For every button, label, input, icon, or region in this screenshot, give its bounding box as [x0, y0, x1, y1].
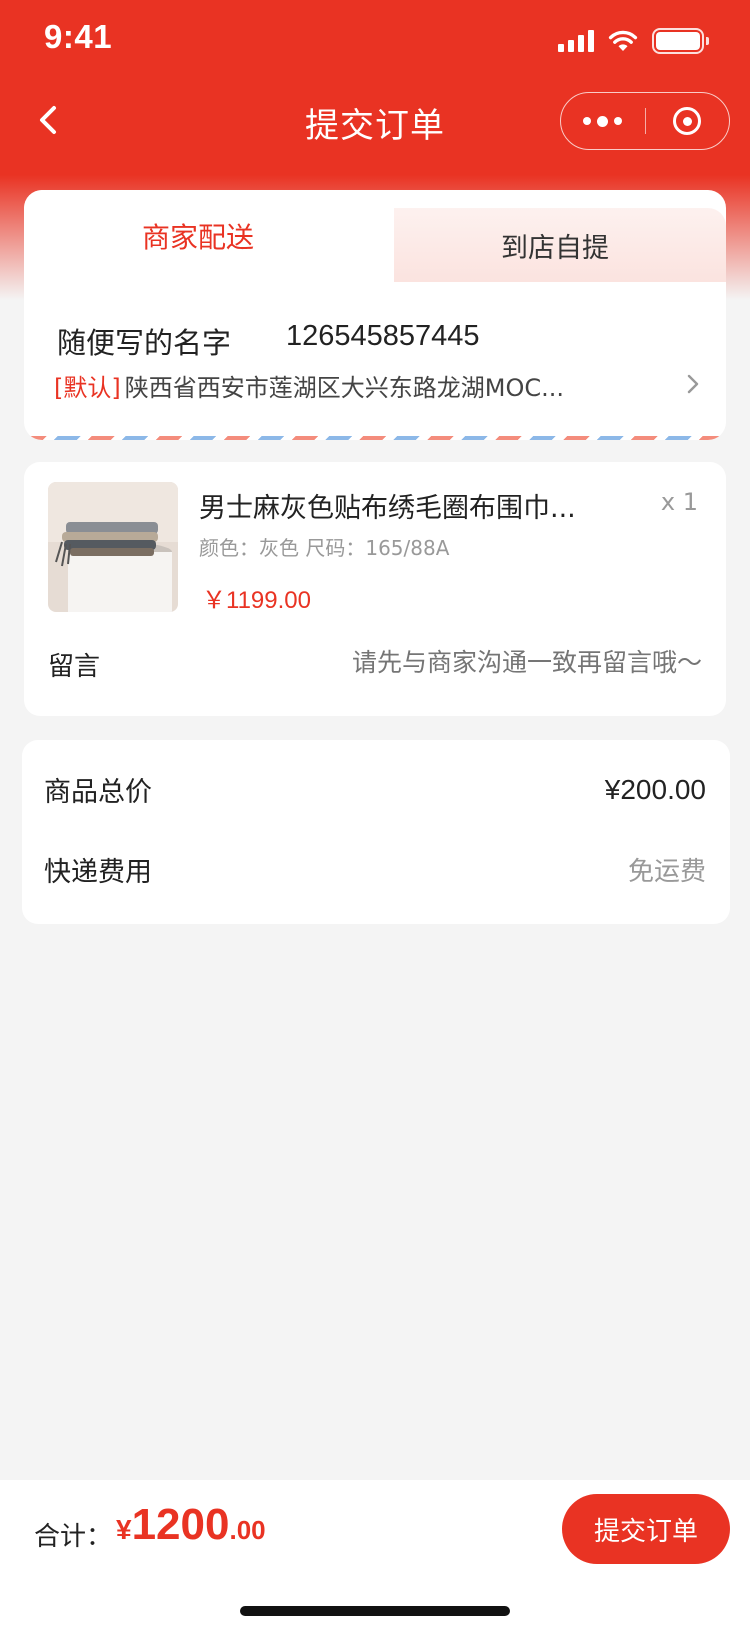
address-detail: 陕西省西安市莲湖区大兴东路龙湖MOC...	[124, 374, 564, 402]
summary-label: 商品总价	[44, 777, 152, 808]
mini-program-capsule	[560, 92, 730, 150]
status-icons	[558, 26, 709, 56]
total-integer: 1200	[131, 1500, 230, 1549]
airmail-border	[24, 436, 726, 440]
battery-icon	[652, 28, 709, 54]
status-time: 9:41	[44, 18, 113, 55]
total-decimal: .00	[229, 1515, 266, 1545]
summary-value: 免运费	[627, 857, 706, 887]
total-label: 合计：	[34, 1522, 113, 1552]
address-row[interactable]: [默认] 陕西省西安市莲湖区大兴东路龙湖MOC...	[54, 368, 564, 403]
summary-row-shipping: 快递费用 免运费	[44, 850, 706, 889]
total-currency: ¥	[116, 1514, 132, 1545]
default-badge: [默认]	[54, 374, 121, 402]
tab-store-pickup[interactable]: 到店自提	[364, 208, 726, 282]
tab-merchant-delivery[interactable]: 商家配送	[24, 190, 394, 282]
home-indicator	[240, 1606, 510, 1616]
summary-value: ¥200.00	[604, 773, 706, 805]
address-card: 到店自提 商家配送 随便写的名字 126545857445 [默认] 陕西省西安市…	[24, 190, 726, 440]
product-quantity: x 1	[660, 488, 698, 516]
message-input[interactable]	[282, 648, 702, 677]
product-title: 男士麻灰色贴布绣毛圈布围巾...	[199, 493, 576, 524]
message-label: 留言	[48, 652, 101, 682]
submit-order-button[interactable]: 提交订单	[562, 1494, 730, 1564]
tab-label: 到店自提	[501, 232, 609, 264]
tab-label: 商家配送	[141, 221, 254, 254]
more-dots-icon[interactable]	[561, 115, 645, 127]
summary-row-subtotal: 商品总价 ¥200.00	[44, 770, 706, 809]
recipient-phone: 126545857445	[286, 320, 480, 352]
total-amount: ¥1200.00	[116, 1500, 266, 1550]
product-spec: 颜色：灰色 尺码：165/88A	[199, 536, 450, 560]
product-thumbnail	[48, 482, 178, 612]
summary-label: 快递费用	[44, 857, 152, 888]
wifi-icon	[608, 30, 638, 51]
recipient-name: 随便写的名字	[57, 326, 232, 360]
price-summary-card: 商品总价 ¥200.00 快递费用 免运费	[22, 740, 730, 924]
product-price: ￥1199.00	[202, 587, 311, 614]
chevron-right-icon[interactable]	[682, 370, 704, 398]
close-target-icon[interactable]	[646, 107, 730, 135]
product-card: 男士麻灰色贴布绣毛圈布围巾... x 1 颜色：灰色 尺码：165/88A ￥1…	[24, 462, 726, 716]
signal-icon	[558, 30, 594, 52]
